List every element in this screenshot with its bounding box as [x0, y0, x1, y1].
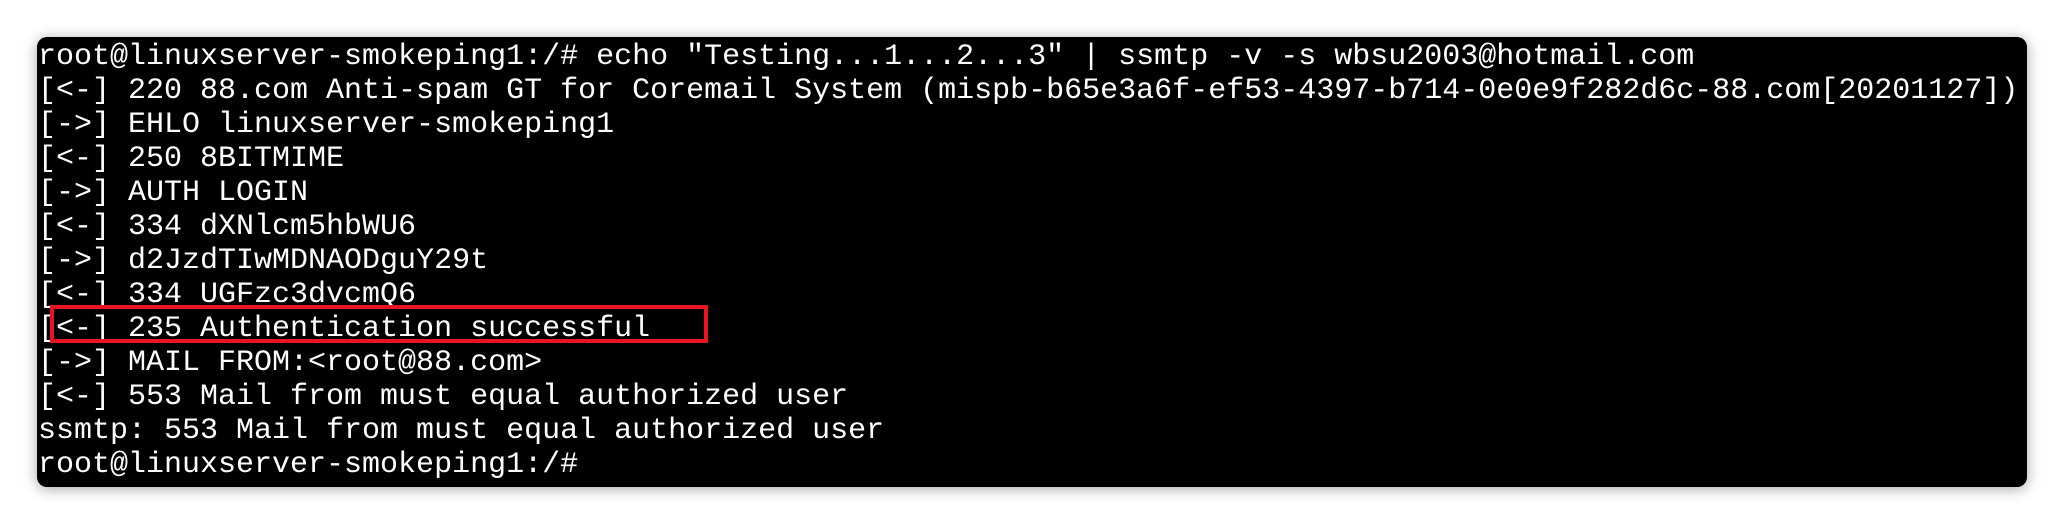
terminal-output: root@linuxserver-smokeping1:/# echo "Tes… [37, 37, 2027, 487]
terminal-window[interactable]: root@linuxserver-smokeping1:/# echo "Tes… [37, 37, 2027, 487]
terminal-line: [->] d2JzdTIwMDNAODguY29t [38, 244, 489, 278]
terminal-line: [<-] 553 Mail from must equal authorized… [38, 380, 849, 414]
terminal-line: [->] EHLO linuxserver-smokeping1 [38, 108, 615, 142]
terminal-line-error: ssmtp: 553 Mail from must equal authoriz… [38, 414, 885, 448]
terminal-line-auth-success: [<-] 235 Authentication successful [38, 312, 651, 346]
terminal-line-command: root@linuxserver-smokeping1:/# echo "Tes… [38, 40, 1695, 74]
terminal-line: [<-] 334 dXNlcm5hbWU6 [38, 210, 417, 244]
terminal-line: [<-] 334 UGFzc3dvcmQ6 [38, 278, 417, 312]
terminal-line: [->] AUTH LOGIN [38, 176, 309, 210]
screenshot-frame: root@linuxserver-smokeping1:/# echo "Tes… [0, 0, 2064, 524]
terminal-line: [<-] 220 88.com Anti-spam GT for Coremai… [38, 74, 2019, 108]
terminal-line: [->] MAIL FROM:<root@88.com> [38, 346, 543, 380]
terminal-prompt[interactable]: root@linuxserver-smokeping1:/# [38, 448, 578, 482]
terminal-line: [<-] 250 8BITMIME [38, 142, 345, 176]
